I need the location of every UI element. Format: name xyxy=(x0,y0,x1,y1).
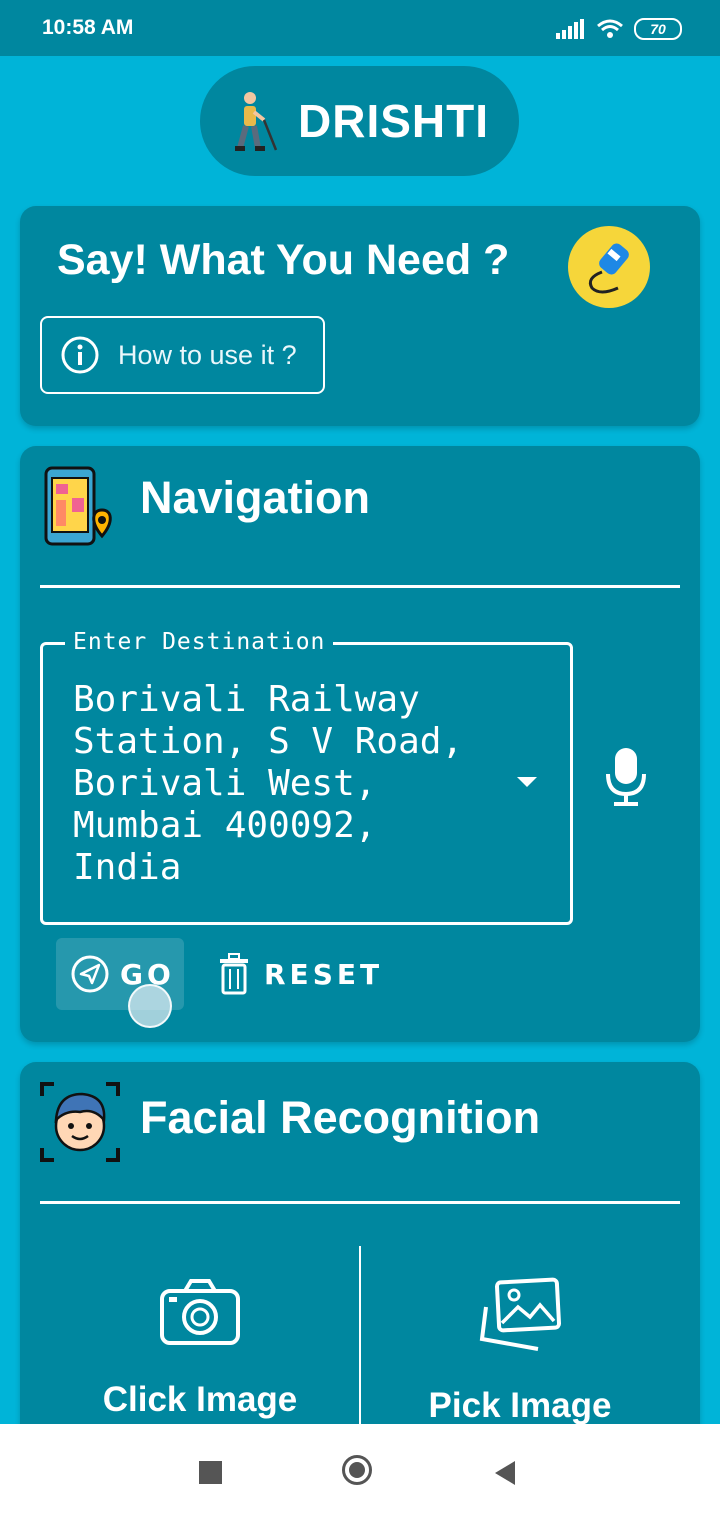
pick-image-option[interactable]: Pick Image xyxy=(370,1277,670,1426)
navigation-divider xyxy=(40,585,680,588)
face-scan-icon xyxy=(40,1082,120,1162)
blind-person-cane-icon xyxy=(235,92,278,151)
voice-card-title: Say! What You Need ? xyxy=(57,236,510,284)
microphone-badge-icon[interactable] xyxy=(568,226,650,308)
facial-divider xyxy=(40,1201,680,1204)
voice-command-card: Say! What You Need ? How to use it ? xyxy=(20,206,700,426)
how-to-use-button[interactable]: How to use it ? xyxy=(40,316,325,394)
microphone-icon[interactable] xyxy=(604,744,648,810)
app-title: DRISHTI xyxy=(298,95,489,147)
status-icons: 70 xyxy=(556,16,682,42)
destination-input[interactable]: Borivali Railway Station, S V Road, Bori… xyxy=(73,679,493,889)
wifi-icon xyxy=(597,19,623,38)
click-image-option[interactable]: Click Image xyxy=(50,1277,350,1420)
app-header: DRISHTI xyxy=(200,66,519,176)
click-image-label: Click Image xyxy=(102,1380,298,1419)
recents-icon[interactable] xyxy=(199,1461,222,1484)
trash-icon xyxy=(220,953,248,995)
home-icon[interactable] xyxy=(342,1455,372,1485)
navigation-title: Navigation xyxy=(140,472,371,523)
battery-indicator: 70 xyxy=(634,18,682,40)
touch-indicator xyxy=(128,984,172,1028)
facial-recognition-card: Facial Recognition Click Image Pick Imag… xyxy=(20,1062,700,1462)
system-nav-bar xyxy=(0,1424,720,1520)
camera-icon xyxy=(160,1279,240,1345)
facial-recognition-title: Facial Recognition xyxy=(140,1092,541,1143)
map-phone-icon xyxy=(44,466,112,546)
status-bar: 10:58 AM 70 xyxy=(0,0,720,56)
signal-icon xyxy=(556,19,584,39)
back-icon[interactable] xyxy=(495,1461,515,1485)
destination-field-label: Enter Destination xyxy=(65,629,334,655)
pick-image-label: Pick Image xyxy=(428,1386,612,1425)
dropdown-arrow-icon[interactable] xyxy=(517,777,537,787)
reset-button[interactable]: RESET xyxy=(218,946,383,1002)
gallery-icon xyxy=(479,1277,562,1351)
navigation-card: Navigation Enter Destination Borivali Ra… xyxy=(20,446,700,1042)
how-to-use-label: How to use it ? xyxy=(118,339,297,370)
info-icon xyxy=(61,336,99,374)
destination-field[interactable]: Enter Destination Borivali Railway Stati… xyxy=(40,629,573,925)
navigation-arrow-icon xyxy=(71,955,109,993)
status-time: 10:58 AM xyxy=(42,16,134,39)
reset-label: RESET xyxy=(264,957,384,991)
